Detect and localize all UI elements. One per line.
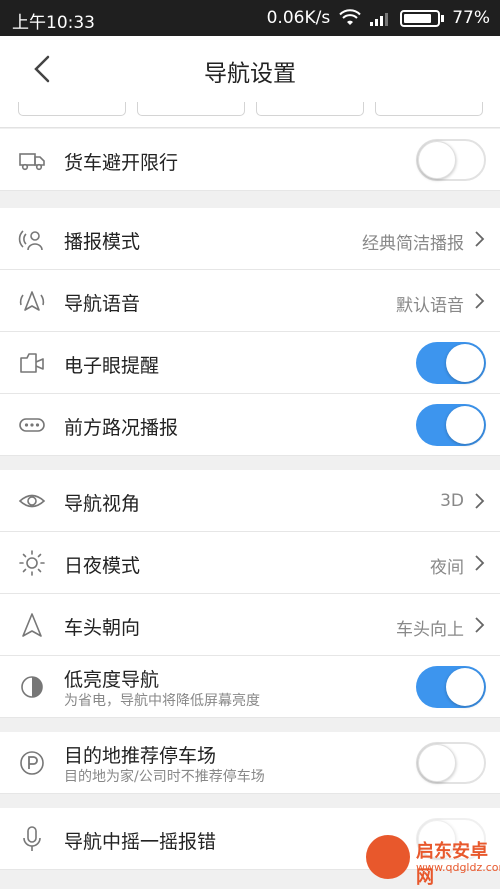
route-preference-options-peek <box>0 102 500 128</box>
row-subtitle: 为省电，导航中将降低屏幕亮度 <box>64 693 260 709</box>
low-brightness-toggle[interactable] <box>416 666 486 708</box>
row-traffic-ahead[interactable]: 前方路况播报 <box>0 394 500 456</box>
row-label: 车头朝向 <box>64 617 141 639</box>
row-broadcast-mode[interactable]: 播报模式 经典简洁播报 <box>0 208 500 270</box>
row-value: 经典简洁播报 <box>362 234 464 254</box>
row-truck-avoid[interactable]: 货车避开限行 <box>0 129 500 191</box>
row-camera-alert[interactable]: 电子眼提醒 <box>0 332 500 394</box>
row-label: 货车避开限行 <box>64 152 179 174</box>
page-title: 导航设置 <box>204 61 296 87</box>
row-nav-voice[interactable]: 导航语音 默认语音 <box>0 270 500 332</box>
truck-icon <box>19 153 45 171</box>
row-value: 车头向上 <box>396 620 464 640</box>
row-value: 夜间 <box>430 558 464 578</box>
watermark-url: www.qdgldz.com <box>416 861 500 874</box>
toggle-knob <box>446 406 484 444</box>
row-low-brightness[interactable]: 低亮度导航 为省电，导航中将降低屏幕亮度 <box>0 656 500 718</box>
row-label: 目的地推荐停车场 <box>64 745 217 767</box>
camera-icon <box>20 353 44 373</box>
option-box[interactable] <box>137 102 245 116</box>
broadcast-person-icon <box>18 230 43 251</box>
option-box[interactable] <box>375 102 483 116</box>
battery-percent: 77% <box>452 8 490 28</box>
toggle-knob <box>418 744 456 782</box>
option-box[interactable] <box>256 102 364 116</box>
chevron-right-icon <box>475 293 485 309</box>
parking-icon <box>20 751 44 775</box>
chevron-right-icon <box>475 493 485 509</box>
row-subtitle: 目的地为家/公司时不推荐停车场 <box>64 769 265 785</box>
row-label: 导航语音 <box>64 293 141 315</box>
row-label: 低亮度导航 <box>64 669 160 691</box>
row-value: 默认语音 <box>396 296 464 316</box>
row-parking[interactable]: 目的地推荐停车场 目的地为家/公司时不推荐停车场 <box>0 732 500 794</box>
traffic-ahead-toggle[interactable] <box>416 404 486 446</box>
row-view-angle[interactable]: 导航视角 3D <box>0 470 500 532</box>
microphone-icon <box>23 826 41 851</box>
parking-toggle[interactable] <box>416 742 486 784</box>
watermark-logo-icon <box>366 835 410 879</box>
row-label: 前方路况播报 <box>64 417 179 439</box>
chevron-right-icon <box>475 617 485 633</box>
network-speed: 0.06K/s <box>266 8 331 28</box>
status-bar: 上午10:33 0.06K/s 77% <box>0 0 500 36</box>
camera-alert-toggle[interactable] <box>416 342 486 384</box>
wifi-icon <box>339 9 361 25</box>
option-box[interactable] <box>18 102 126 116</box>
traffic-dots-icon <box>19 418 45 432</box>
brightness-icon <box>21 676 43 698</box>
chevron-right-icon <box>475 231 485 247</box>
chevron-right-icon <box>475 555 485 571</box>
toggle-knob <box>446 668 484 706</box>
row-label: 日夜模式 <box>64 555 141 577</box>
row-value: 3D <box>440 491 464 511</box>
navigation-arrow-icon <box>22 613 42 637</box>
row-label: 播报模式 <box>64 231 141 253</box>
site-watermark: 启东安卓网 www.qdgldz.com <box>366 833 500 888</box>
status-time: 上午10:33 <box>12 13 95 33</box>
battery-icon <box>400 9 441 27</box>
row-label: 导航中摇一摇报错 <box>64 831 217 853</box>
eye-icon <box>18 494 46 508</box>
header: 导航设置 <box>0 36 500 102</box>
voice-navigation-icon <box>19 291 45 311</box>
toggle-knob <box>418 141 456 179</box>
row-label: 导航视角 <box>64 493 141 515</box>
battery-tip <box>441 14 445 22</box>
row-day-night[interactable]: 日夜模式 夜间 <box>0 532 500 594</box>
row-heading[interactable]: 车头朝向 车头向上 <box>0 594 500 656</box>
sun-icon <box>19 550 45 576</box>
truck-avoid-toggle[interactable] <box>416 139 486 181</box>
signal-icon <box>370 13 389 26</box>
status-right: 0.06K/s 77% <box>267 8 490 28</box>
toggle-knob <box>446 344 484 382</box>
row-label: 电子眼提醒 <box>64 355 160 377</box>
